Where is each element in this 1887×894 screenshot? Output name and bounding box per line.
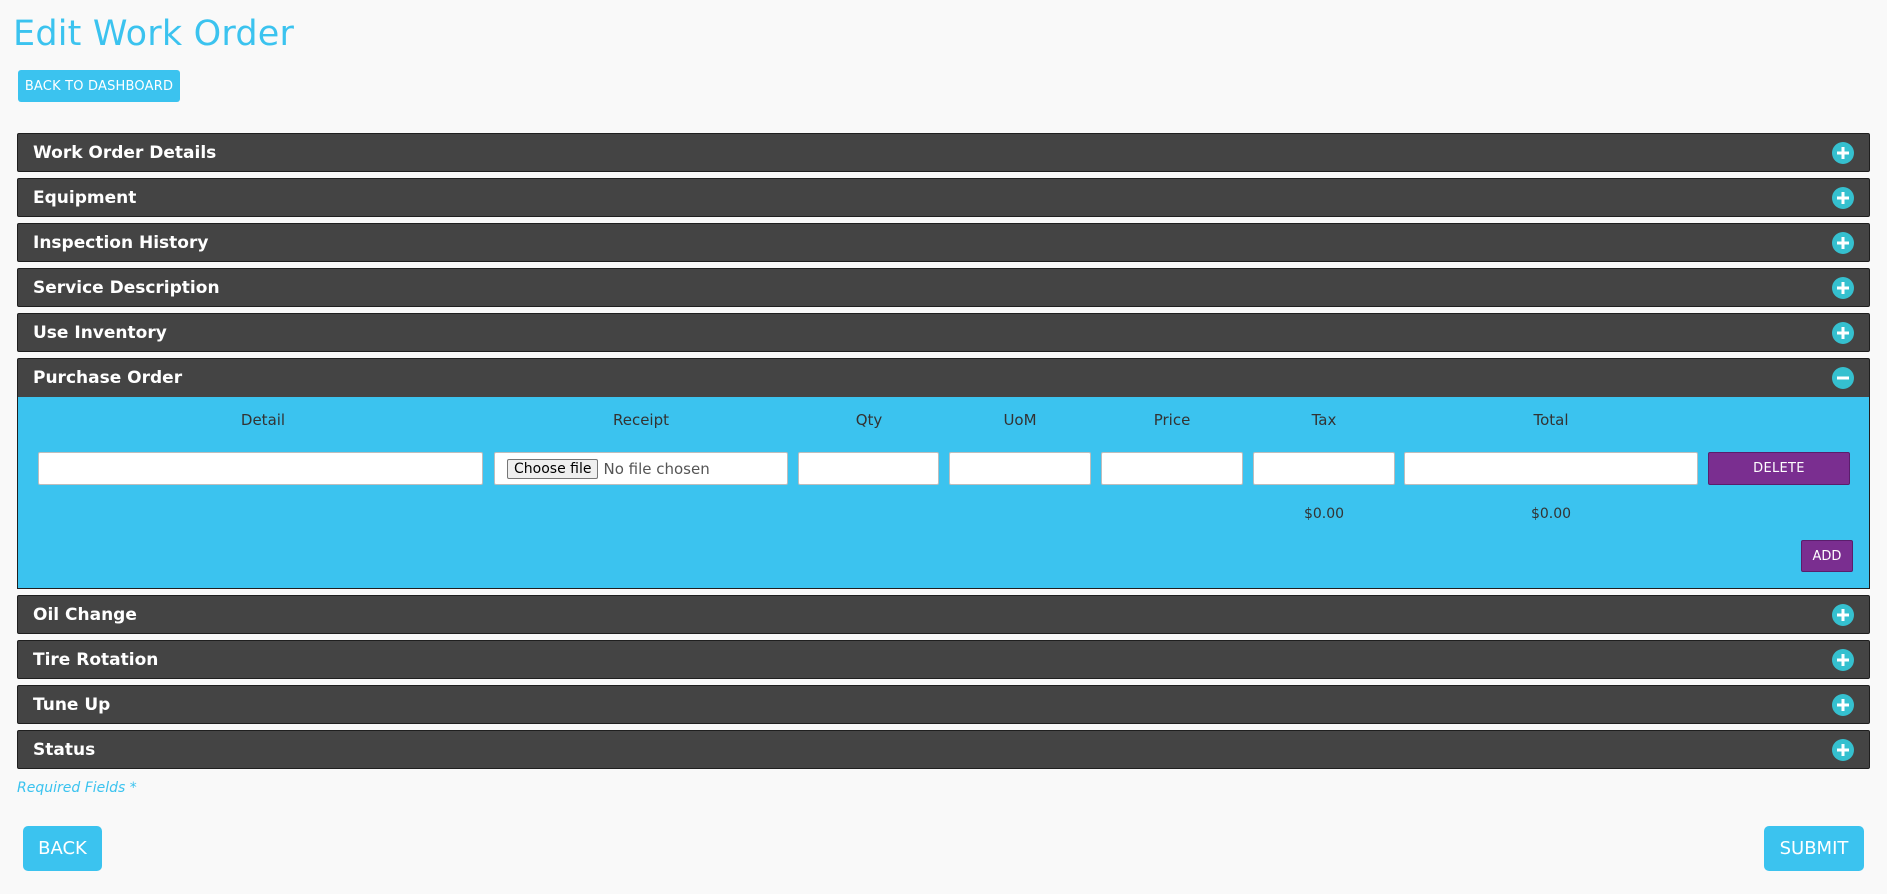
panel-title: Tire Rotation: [33, 649, 159, 670]
panel-header-use-inventory[interactable]: Use Inventory: [17, 313, 1870, 352]
plus-circle-icon[interactable]: [1832, 648, 1854, 671]
panel-purchase-order: Purchase Order Detail Receipt Qty UoM Pr…: [17, 358, 1870, 589]
column-header-uom: UoM: [1003, 411, 1037, 429]
submit-button[interactable]: SUBMIT: [1764, 826, 1864, 871]
panel-title: Status: [33, 739, 96, 760]
purchase-order-column-headers: Detail Receipt Qty UoM Price Tax Total: [18, 411, 1869, 431]
panel-header-inspection-history[interactable]: Inspection History: [17, 223, 1870, 262]
panel-use-inventory: Use Inventory: [17, 313, 1870, 352]
panel-header-purchase-order[interactable]: Purchase Order: [17, 358, 1870, 397]
column-header-receipt: Receipt: [612, 411, 670, 429]
panel-tune-up: Tune Up: [17, 685, 1870, 724]
tax-sum: $0.00: [1303, 506, 1345, 522]
panel-title: Work Order Details: [33, 142, 217, 163]
purchase-order-body: Detail Receipt Qty UoM Price Tax Total C…: [17, 397, 1870, 589]
add-row-button[interactable]: ADD: [1801, 540, 1853, 572]
panel-header-equipment[interactable]: Equipment: [17, 178, 1870, 217]
panel-header-status[interactable]: Status: [17, 730, 1870, 769]
panel-inspection-history: Inspection History: [17, 223, 1870, 262]
column-header-detail: Detail: [240, 411, 286, 429]
receipt-file-input[interactable]: Choose file No file chosen: [494, 452, 788, 485]
choose-file-button[interactable]: Choose file: [507, 458, 599, 479]
panel-header-work-order-details[interactable]: Work Order Details: [17, 133, 1870, 172]
plus-circle-icon[interactable]: [1832, 738, 1854, 761]
total-sum: $0.00: [1530, 506, 1572, 522]
plus-circle-icon[interactable]: [1832, 603, 1854, 626]
panel-title: Use Inventory: [33, 322, 167, 343]
panel-work-order-details: Work Order Details: [17, 133, 1870, 172]
panel-title: Service Description: [33, 277, 220, 298]
column-header-qty: Qty: [855, 411, 883, 429]
uom-input[interactable]: [949, 452, 1091, 485]
back-to-dashboard-button[interactable]: BACK TO DASHBOARD: [18, 70, 180, 102]
column-header-total: Total: [1533, 411, 1569, 429]
file-status: No file chosen: [603, 459, 710, 478]
panel-header-tire-rotation[interactable]: Tire Rotation: [17, 640, 1870, 679]
plus-circle-icon[interactable]: [1832, 321, 1854, 344]
accordion: Work Order Details Equipment Inspection …: [17, 133, 1870, 775]
panel-header-tune-up[interactable]: Tune Up: [17, 685, 1870, 724]
plus-circle-icon[interactable]: [1832, 141, 1854, 164]
plus-circle-icon[interactable]: [1832, 693, 1854, 716]
panel-header-oil-change[interactable]: Oil Change: [17, 595, 1870, 634]
panel-title: Purchase Order: [33, 368, 183, 388]
panel-service-description: Service Description: [17, 268, 1870, 307]
panel-oil-change: Oil Change: [17, 595, 1870, 634]
price-input[interactable]: [1101, 452, 1243, 485]
column-header-price: Price: [1153, 411, 1191, 429]
panel-tire-rotation: Tire Rotation: [17, 640, 1870, 679]
panel-title: Oil Change: [33, 604, 137, 625]
required-fields-note: Required Fields *: [17, 780, 137, 796]
panel-title: Inspection History: [33, 232, 209, 253]
plus-circle-icon[interactable]: [1832, 231, 1854, 254]
delete-button[interactable]: DELETE: [1708, 452, 1850, 485]
tax-input[interactable]: [1253, 452, 1395, 485]
panel-title: Equipment: [33, 187, 137, 208]
total-input[interactable]: [1404, 452, 1698, 485]
panel-title: Tune Up: [33, 694, 111, 715]
plus-circle-icon[interactable]: [1832, 186, 1854, 209]
panel-equipment: Equipment: [17, 178, 1870, 217]
back-button[interactable]: BACK: [23, 826, 102, 871]
minus-circle-icon[interactable]: [1832, 367, 1854, 389]
panel-header-service-description[interactable]: Service Description: [17, 268, 1870, 307]
page-title: Edit Work Order: [13, 14, 295, 54]
qty-input[interactable]: [798, 452, 939, 485]
detail-input[interactable]: [38, 452, 483, 485]
column-header-tax: Tax: [1311, 411, 1337, 429]
panel-status: Status: [17, 730, 1870, 769]
plus-circle-icon[interactable]: [1832, 276, 1854, 299]
